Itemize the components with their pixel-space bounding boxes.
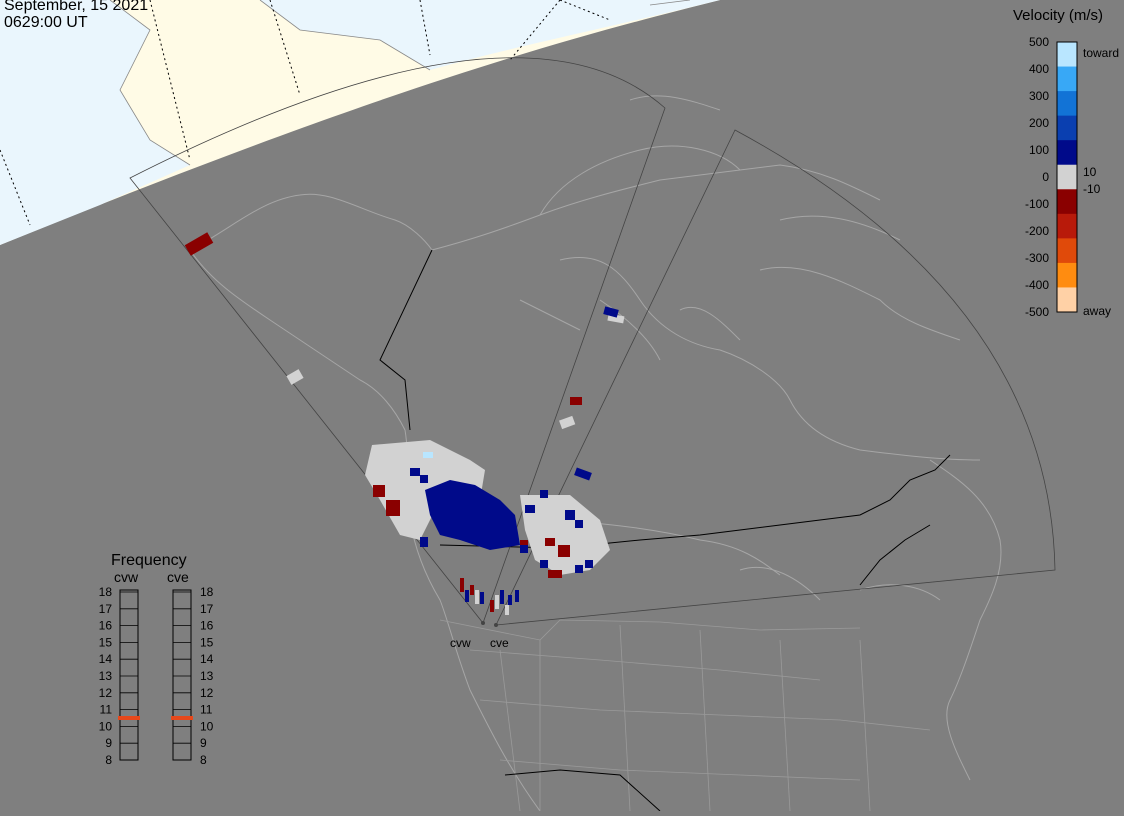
frequency-tick-label: 15	[200, 635, 214, 649]
velocity-label-minus10: -10	[1083, 182, 1101, 196]
velocity-color-block	[1057, 189, 1077, 215]
frequency-tick-label: 17	[99, 602, 113, 616]
state-borders	[439, 619, 931, 812]
map-canvas: cvw cve Velocity (m/s) 500 400 300 200 100 0 -…	[0, 0, 1119, 812]
velocity-color-block	[1057, 91, 1077, 117]
velocity-high-cells	[423, 452, 433, 458]
velocity-tick-label: -300	[1025, 251, 1049, 265]
velocity-scale-title: Velocity (m/s)	[1013, 7, 1103, 24]
away-label: away	[1083, 304, 1111, 318]
velocity-tick-label: -500	[1025, 305, 1049, 319]
toward-label: toward	[1083, 46, 1119, 60]
velocity-color-block	[1057, 238, 1077, 264]
velocity-color-block	[1057, 140, 1077, 166]
velocity-color-block	[1057, 213, 1077, 239]
date-label: September, 15 2021	[4, 0, 149, 14]
velocity-tick-label: 500	[1029, 35, 1049, 49]
frequency-tick-label: 18	[99, 585, 113, 599]
velocity-tick-label: 200	[1029, 116, 1049, 130]
frequency-tick-label: 12	[200, 686, 214, 700]
frequency-tick-label: 13	[200, 669, 214, 683]
velocity-color-block	[1057, 66, 1077, 92]
radar-echoes	[184, 232, 625, 615]
velocity-tick-label: 400	[1029, 62, 1049, 76]
frequency-marker-cve	[171, 716, 193, 720]
radar-site-icon	[494, 623, 498, 627]
frequency-tick-label: 9	[105, 736, 112, 750]
frequency-tick-label: 16	[99, 619, 113, 633]
radar-label-cve: cve	[490, 636, 509, 650]
frequency-panel: Frequency cvw cve 18 18 17 17 16 16 15 15 14 14 13…	[99, 552, 214, 767]
frequency-tick-label: 13	[99, 669, 113, 683]
frequency-tick-label: 17	[200, 602, 214, 616]
frequency-tick-label: 8	[200, 753, 207, 767]
velocity-color-block	[1057, 287, 1077, 313]
frequency-label-cve: cve	[167, 569, 189, 585]
velocity-tick-label: -400	[1025, 278, 1049, 292]
velocity-tick-label: 0	[1042, 170, 1049, 184]
frequency-tick-label: 10	[99, 719, 113, 733]
velocity-tick-label: 300	[1029, 89, 1049, 103]
velocity-negative-cells	[184, 232, 582, 612]
velocity-label-10: 10	[1083, 165, 1097, 179]
frequency-tick-label: 10	[200, 719, 214, 733]
frequency-marker-cvw	[118, 716, 140, 720]
frequency-tick-label: 9	[200, 736, 207, 750]
velocity-color-block	[1057, 164, 1077, 190]
velocity-color-block	[1057, 115, 1077, 141]
frequency-title: Frequency	[111, 552, 187, 569]
radar-label-cvw: cvw	[450, 636, 471, 650]
time-label: 0629:00 UT	[4, 14, 88, 31]
velocity-color-block	[1057, 42, 1077, 68]
radar-sites: cvw cve	[450, 621, 509, 650]
radar-site-icon	[481, 621, 485, 625]
frequency-tick-label: 14	[200, 652, 214, 666]
frequency-label-cvw: cvw	[114, 569, 139, 585]
velocity-tick-label: -200	[1025, 224, 1049, 238]
frequency-tick-label: 18	[200, 585, 214, 599]
coastlines	[189, 95, 1002, 812]
frequency-tick-label: 12	[99, 686, 113, 700]
velocity-colorbar: Velocity (m/s) 500 400 300 200 100 0 -100 -200 -…	[1013, 7, 1119, 319]
frequency-bar-cve	[172, 589, 192, 761]
frequency-tick-label: 15	[99, 635, 113, 649]
frequency-tick-label: 14	[99, 652, 113, 666]
radar-map-view: cvw cve Velocity (m/s) 500 400 300 200 100 0 -…	[0, 0, 1124, 812]
frequency-bar-cvw	[119, 589, 139, 761]
frequency-tick-label: 8	[105, 753, 112, 767]
velocity-color-block	[1057, 262, 1077, 288]
velocity-tick-label: -100	[1025, 197, 1049, 211]
velocity-tick-label: 100	[1029, 143, 1049, 157]
frequency-tick-label: 11	[100, 703, 113, 717]
frequency-tick-label: 11	[200, 703, 213, 717]
frequency-tick-label: 16	[200, 619, 214, 633]
